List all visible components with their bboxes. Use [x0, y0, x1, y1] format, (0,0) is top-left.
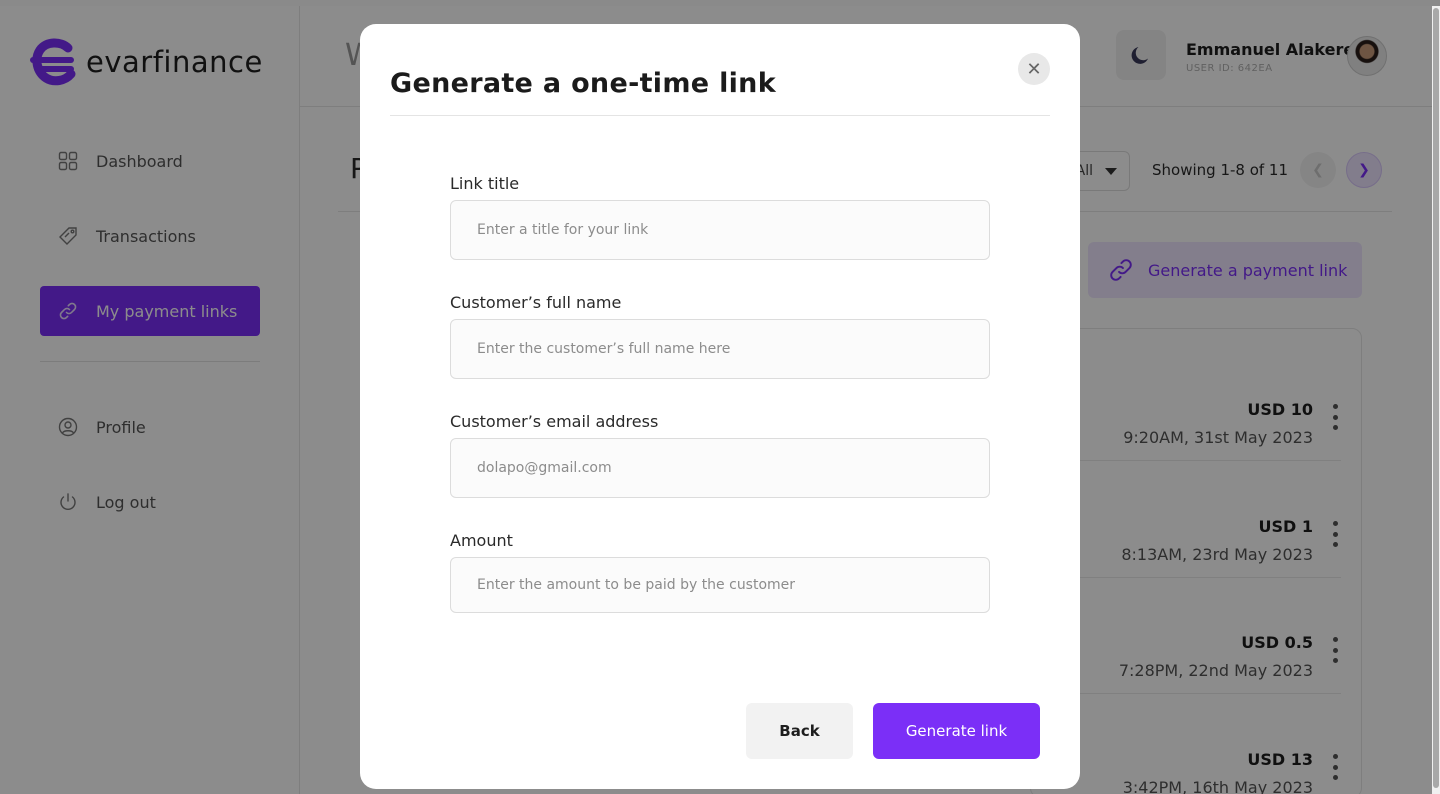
amount-input[interactable] [450, 557, 990, 613]
modal-title: Generate a one-time link [390, 68, 776, 99]
link-title-label: Link title [450, 174, 520, 193]
scrollbar-thumb[interactable] [1433, 8, 1439, 788]
modal-divider [390, 115, 1050, 116]
email-input[interactable] [450, 438, 990, 498]
link-title-input[interactable] [450, 200, 990, 260]
email-label: Customer’s email address [450, 412, 659, 431]
full-name-input[interactable] [450, 319, 990, 379]
close-icon: ✕ [1026, 58, 1042, 80]
generate-link-modal: Generate a one-time link ✕ Link title Cu… [360, 24, 1080, 789]
generate-link-button[interactable]: Generate link [873, 703, 1040, 759]
page-scrollbar[interactable] [1432, 6, 1440, 794]
window-top-border [0, 0, 1440, 6]
back-button[interactable]: Back [746, 703, 853, 759]
full-name-label: Customer’s full name [450, 293, 622, 312]
amount-label: Amount [450, 531, 513, 550]
close-button[interactable]: ✕ [1018, 53, 1050, 85]
